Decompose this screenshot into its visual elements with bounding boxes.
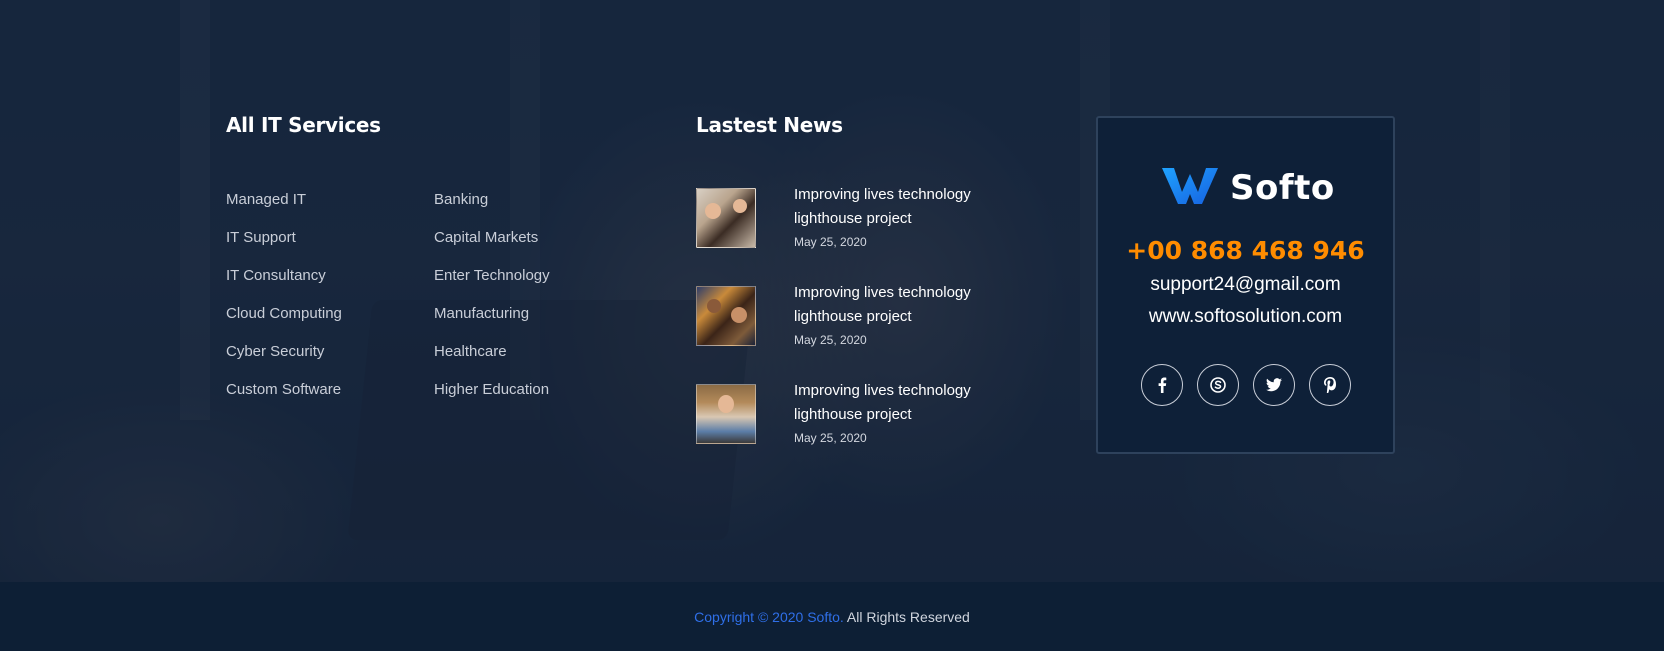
logo-icon <box>1160 164 1220 211</box>
copyright-brand-link[interactable]: Copyright © 2020 Softo. <box>694 609 844 625</box>
news-list: Improving lives technology lighthouse pr… <box>696 183 1004 477</box>
website-link[interactable]: www.softosolution.com <box>1098 306 1393 328</box>
footer-bar: Copyright © 2020 Softo. All Rights Reser… <box>0 582 1664 651</box>
news-thumbnail[interactable] <box>696 188 756 248</box>
email-address[interactable]: support24@gmail.com <box>1098 274 1393 296</box>
pinterest-icon[interactable] <box>1309 364 1351 406</box>
copyright: Copyright © 2020 Softo. All Rights Reser… <box>0 609 1664 625</box>
service-link-healthcare[interactable]: Healthcare <box>434 343 642 381</box>
service-link-it-support[interactable]: IT Support <box>226 229 434 267</box>
news-thumbnail[interactable] <box>696 286 756 346</box>
services-section: All IT Services Managed IT IT Support IT… <box>226 113 646 398</box>
service-link-custom-software[interactable]: Custom Software <box>226 381 434 419</box>
service-link-enter-technology[interactable]: Enter Technology <box>434 267 642 305</box>
service-link-higher-education[interactable]: Higher Education <box>434 381 642 419</box>
service-link-manufacturing[interactable]: Manufacturing <box>434 305 642 343</box>
service-link-capital-markets[interactable]: Capital Markets <box>434 229 642 267</box>
news-item-date: May 25, 2020 <box>794 235 867 249</box>
news-item-title[interactable]: Improving lives technology lighthouse pr… <box>794 379 1004 427</box>
phone-number[interactable]: +00 868 468 946 <box>1098 236 1393 265</box>
services-column-2: Banking Capital Markets Enter Technology… <box>434 191 642 419</box>
news-text: Improving lives technology lighthouse pr… <box>794 379 1004 477</box>
news-text: Improving lives technology lighthouse pr… <box>794 183 1004 281</box>
service-link-cloud-computing[interactable]: Cloud Computing <box>226 305 434 343</box>
service-link-managed-it[interactable]: Managed IT <box>226 191 434 229</box>
service-link-banking[interactable]: Banking <box>434 191 642 229</box>
skype-icon[interactable] <box>1197 364 1239 406</box>
copyright-text: All Rights Reserved <box>843 609 970 625</box>
services-column-1: Managed IT IT Support IT Consultancy Clo… <box>226 191 434 419</box>
news-item-title[interactable]: Improving lives technology lighthouse pr… <box>794 281 1004 329</box>
service-link-it-consultancy[interactable]: IT Consultancy <box>226 267 434 305</box>
facebook-icon[interactable] <box>1141 364 1183 406</box>
news-item[interactable]: Improving lives technology lighthouse pr… <box>696 281 1004 379</box>
social-links <box>1141 364 1365 406</box>
news-thumbnail[interactable] <box>696 384 756 444</box>
news-text: Improving lives technology lighthouse pr… <box>794 281 1004 379</box>
contact-card: Softo +00 868 468 946 support24@gmail.co… <box>1096 116 1395 454</box>
logo-text: Softo <box>1230 167 1335 208</box>
service-link-cyber-security[interactable]: Cyber Security <box>226 343 434 381</box>
news-section: Lastest News Improving lives technology … <box>696 113 1016 445</box>
news-title: Lastest News <box>696 113 843 137</box>
twitter-icon[interactable] <box>1253 364 1295 406</box>
news-item-date: May 25, 2020 <box>794 333 867 347</box>
services-columns: Managed IT IT Support IT Consultancy Clo… <box>226 191 642 419</box>
news-item[interactable]: Improving lives technology lighthouse pr… <box>696 379 1004 477</box>
news-item-date: May 25, 2020 <box>794 431 867 445</box>
news-item-title[interactable]: Improving lives technology lighthouse pr… <box>794 183 1004 231</box>
services-title: All IT Services <box>226 113 381 137</box>
news-item[interactable]: Improving lives technology lighthouse pr… <box>696 183 1004 281</box>
logo[interactable]: Softo <box>1160 164 1335 211</box>
